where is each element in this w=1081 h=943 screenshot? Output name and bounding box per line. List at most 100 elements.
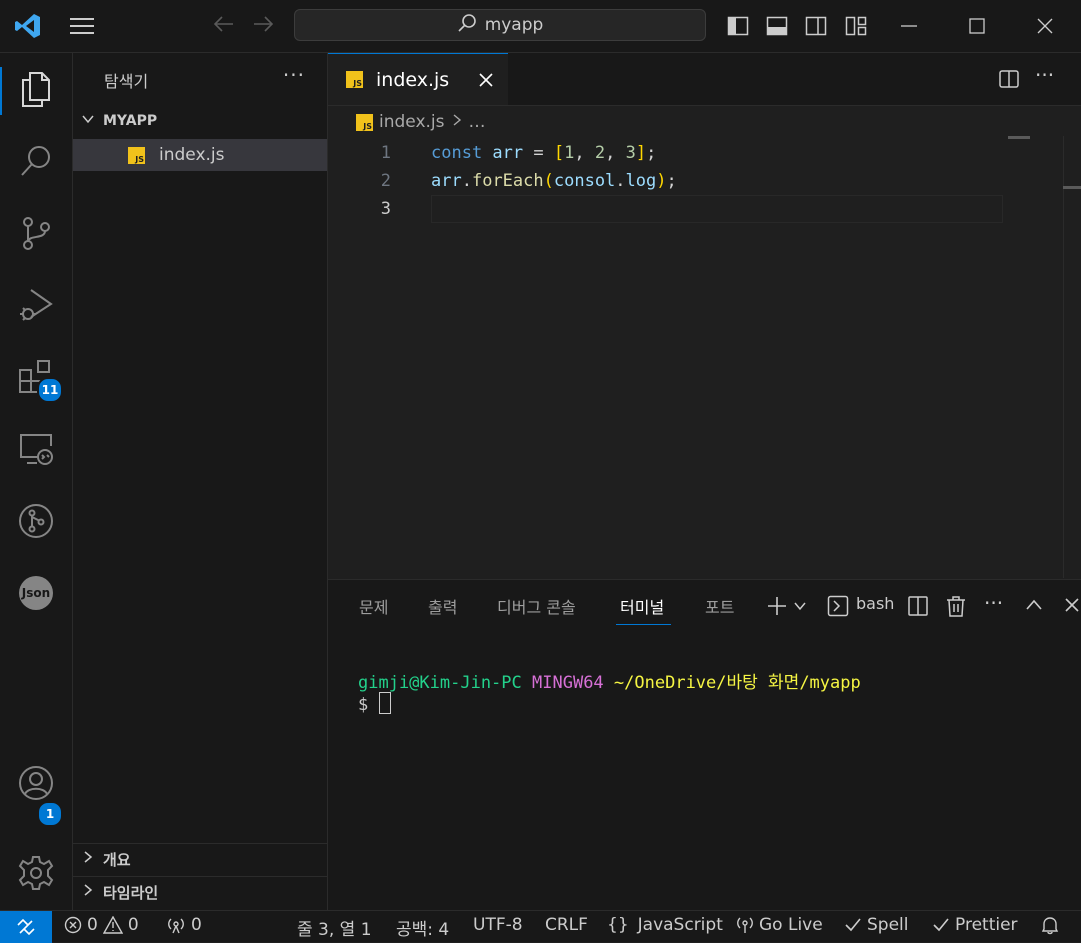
code-token: . — [461, 171, 472, 191]
customize-layout-icon[interactable] — [845, 15, 867, 41]
problems-status[interactable]: 0 0 — [64, 915, 139, 935]
tab-debug-console[interactable]: 디버그 콘솔 — [497, 594, 576, 618]
remote-indicator[interactable] — [0, 911, 52, 943]
trash-icon[interactable] — [945, 595, 967, 621]
encoding[interactable]: UTF-8 — [473, 915, 523, 935]
code-line[interactable]: 1 const arr = [1, 2, 3]; — [328, 139, 1008, 167]
panel-more-button[interactable]: ··· — [984, 591, 1003, 615]
chevron-right-icon — [81, 883, 95, 901]
code-token: . — [615, 171, 626, 191]
extensions-badge: 11 — [37, 377, 63, 403]
tab-output[interactable]: 출력 — [428, 594, 457, 618]
code-token: arr — [492, 143, 524, 163]
go-live-button[interactable]: Go Live — [736, 915, 823, 935]
prompt-path-b: 바탕 화면 — [726, 673, 800, 693]
tab-ports[interactable]: 포트 — [705, 594, 734, 618]
terminal-prompt-line: gimji@Kim-Jin-PC MINGW64 ~/OneDrive/바탕 화… — [358, 668, 861, 693]
active-tab-underline — [616, 624, 671, 625]
tab-terminal[interactable]: 터미널 — [620, 594, 664, 618]
terminal-name[interactable]: bash — [856, 594, 894, 613]
file-index-js[interactable]: JS index.js — [73, 139, 327, 171]
indentation[interactable]: 공백: 4 — [396, 915, 449, 940]
prompt-path-c: /myapp — [799, 673, 861, 693]
section-label: 개요 — [103, 850, 131, 869]
search-text: myapp — [484, 15, 544, 35]
code-token: 2 — [594, 143, 606, 163]
tab-problems[interactable]: 문제 — [359, 594, 388, 618]
explorer-icon[interactable] — [16, 69, 56, 109]
code-token: log — [625, 171, 657, 191]
sidebar-more-button[interactable]: ··· — [283, 63, 305, 87]
code-token: 1 — [564, 143, 575, 163]
close-panel-icon[interactable] — [1063, 596, 1081, 618]
breadcrumb-file[interactable]: index.js — [379, 112, 445, 132]
remote-explorer-icon[interactable] — [16, 429, 56, 469]
code-token: ] — [635, 143, 647, 163]
run-debug-icon[interactable] — [16, 285, 56, 325]
settings-gear-icon[interactable] — [16, 853, 56, 893]
source-control-icon[interactable] — [16, 213, 56, 253]
cursor-position[interactable]: 줄 3, 열 1 — [297, 915, 372, 940]
split-editor-icon[interactable] — [998, 68, 1020, 94]
maximize-panel-chevron-up-icon[interactable] — [1025, 596, 1043, 618]
ports-status[interactable]: 0 — [166, 915, 202, 935]
tab-index-js[interactable]: JS index.js — [328, 53, 508, 105]
json-extension-icon[interactable]: Json — [16, 573, 56, 613]
language-mode[interactable]: {} JavaScript — [607, 915, 723, 935]
code-token: arr — [431, 171, 462, 191]
check-icon — [845, 918, 861, 932]
code-token: , — [574, 143, 595, 163]
ports-count: 0 — [191, 915, 202, 935]
end-of-line[interactable]: CRLF — [545, 915, 588, 935]
code-editor[interactable]: JS index.js … 1 const arr = [1, 2, 3]; 2 ar… — [328, 106, 1081, 578]
folder-myapp[interactable]: MYAPP — [73, 108, 327, 134]
maximize-icon[interactable] — [966, 15, 988, 41]
menu-icon[interactable] — [68, 14, 96, 42]
remote-icon — [17, 918, 35, 936]
section-outline[interactable]: 개요 — [73, 843, 327, 874]
toggle-primary-sidebar-icon[interactable] — [727, 15, 749, 41]
code-text: const arr = [1, 2, 3]; — [431, 139, 656, 167]
git-graph-icon[interactable] — [16, 501, 56, 541]
vscode-logo-icon — [14, 12, 42, 44]
close-tab-icon[interactable] — [476, 70, 496, 95]
code-text: arr.forEach(consol.log); — [431, 167, 677, 195]
back-arrow-icon[interactable] — [212, 12, 236, 41]
editor-more-button[interactable]: ··· — [1035, 63, 1054, 87]
check-icon — [933, 918, 949, 932]
chevron-right-icon — [451, 112, 463, 132]
prompt-path-a: ~/OneDrive/ — [613, 673, 727, 693]
warning-icon — [102, 916, 123, 934]
editor-tabs: JS index.js ··· — [328, 53, 1081, 106]
active-indicator — [0, 67, 2, 115]
minimize-icon[interactable] — [898, 15, 920, 41]
breadcrumb-more[interactable]: … — [469, 112, 486, 132]
status-bar: 0 0 0 줄 3, 열 1 공백: 4 UTF-8 CRLF {} JavaS… — [0, 910, 1081, 943]
line-number: 1 — [380, 143, 391, 163]
toggle-secondary-sidebar-icon[interactable] — [805, 15, 827, 41]
split-terminal-icon[interactable] — [907, 595, 929, 621]
code-line[interactable]: 2 arr.forEach(consol.log); — [328, 167, 1008, 195]
prompt-symbol: $ — [358, 695, 369, 715]
accounts-icon[interactable] — [16, 763, 56, 803]
scrollbar-track[interactable] — [1063, 136, 1064, 578]
chevron-down-icon[interactable] — [793, 598, 807, 617]
command-center-search[interactable]: myapp — [294, 9, 706, 41]
close-window-icon[interactable] — [1034, 15, 1056, 41]
prompt-user: gimji@Kim-Jin-PC — [358, 673, 522, 693]
new-terminal-plus-icon[interactable] — [766, 595, 788, 621]
notifications-bell-icon[interactable] — [1040, 915, 1060, 935]
spell-button[interactable]: Spell — [844, 915, 909, 935]
section-timeline[interactable]: 타임라인 — [73, 876, 327, 907]
overview-ruler-cursor — [1063, 186, 1081, 189]
search-activity-icon[interactable] — [16, 141, 56, 181]
minimap[interactable] — [1008, 136, 1030, 139]
prompt-env: MINGW64 — [532, 673, 604, 693]
error-count: 0 — [87, 915, 98, 935]
toggle-panel-icon[interactable] — [766, 15, 788, 41]
prettier-button[interactable]: Prettier — [932, 915, 1018, 935]
braces-icon: {} — [607, 915, 629, 935]
forward-arrow-icon[interactable] — [251, 12, 275, 40]
sidebar-title: 탐색기 — [104, 72, 149, 91]
terminal-input-line[interactable]: $ — [358, 692, 391, 715]
